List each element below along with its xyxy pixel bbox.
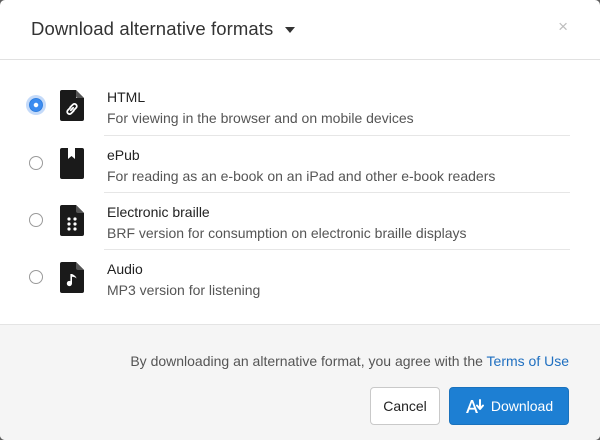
option-epub[interactable]: ePub For reading as an e-book on an iPad… xyxy=(0,136,600,193)
option-label: HTML xyxy=(107,89,146,105)
option-braille[interactable]: Electronic braille BRF version for consu… xyxy=(0,193,600,250)
option-label: ePub xyxy=(107,147,140,163)
cancel-button-label: Cancel xyxy=(383,398,427,414)
option-description: For reading as an e-book on an iPad and … xyxy=(107,168,496,184)
terms-notice: By downloading an alternative format, yo… xyxy=(130,353,569,369)
download-button[interactable]: Download xyxy=(449,387,569,425)
option-description: BRF version for consumption on electroni… xyxy=(107,225,467,241)
option-label: Electronic braille xyxy=(107,204,210,220)
dialog-footer: By downloading an alternative format, yo… xyxy=(0,324,600,440)
file-bookmark-icon xyxy=(60,148,84,179)
file-link-icon xyxy=(60,90,84,121)
option-audio[interactable]: Audio MP3 version for listening xyxy=(0,250,600,307)
terms-notice-text: By downloading an alternative format, yo… xyxy=(130,353,487,369)
radio-audio[interactable] xyxy=(29,270,43,284)
download-formats-dialog: Download alternative formats × HTML For … xyxy=(0,0,600,440)
radio-html[interactable] xyxy=(29,98,43,112)
option-label: Audio xyxy=(107,261,143,277)
option-html[interactable]: HTML For viewing in the browser and on m… xyxy=(0,78,600,135)
radio-epub[interactable] xyxy=(29,156,43,170)
download-button-label: Download xyxy=(490,398,554,414)
title-dropdown[interactable]: Download alternative formats xyxy=(31,18,296,40)
terms-of-use-link[interactable]: Terms of Use xyxy=(487,353,569,369)
option-description: For viewing in the browser and on mobile… xyxy=(107,110,414,126)
file-braille-icon xyxy=(60,205,84,236)
format-options-list: HTML For viewing in the browser and on m… xyxy=(0,61,600,324)
dialog-title: Download alternative formats xyxy=(31,18,274,39)
dialog-header: Download alternative formats × xyxy=(0,0,600,60)
option-description: MP3 version for listening xyxy=(107,282,261,298)
download-icon xyxy=(465,399,484,413)
cancel-button[interactable]: Cancel xyxy=(370,387,440,425)
close-icon[interactable]: × xyxy=(558,18,568,35)
file-music-icon xyxy=(60,262,84,293)
radio-braille[interactable] xyxy=(29,213,43,227)
caret-down-icon xyxy=(285,27,296,33)
